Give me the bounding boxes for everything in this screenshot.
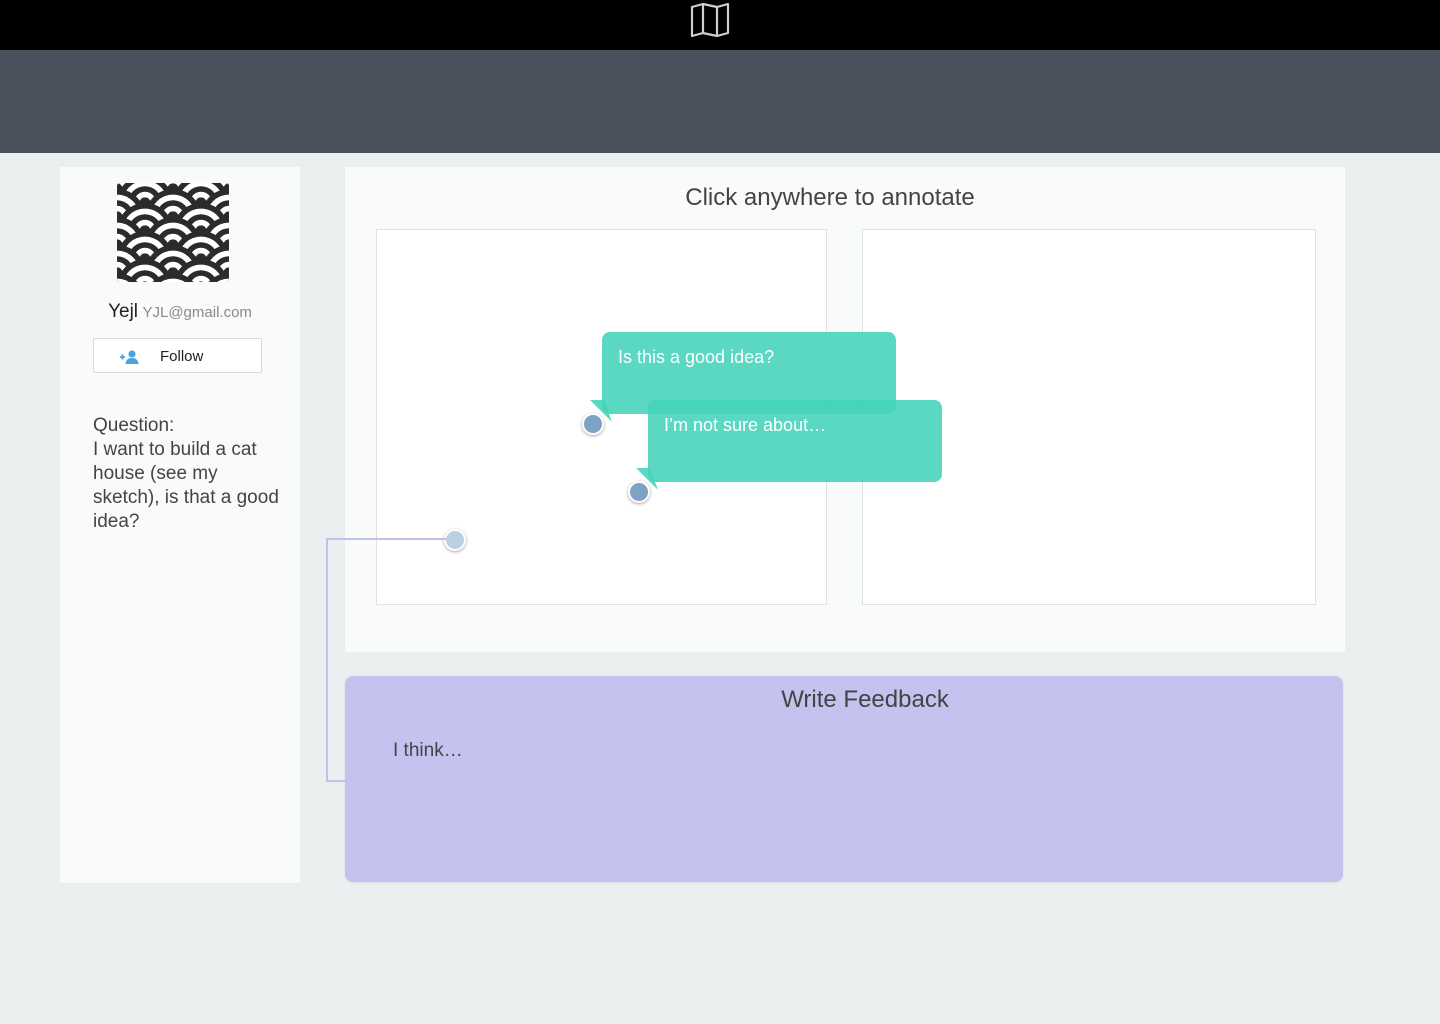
question-text: I want to build a cat house (see my sket… — [93, 439, 279, 532]
new-annotation-pin[interactable] — [444, 529, 466, 551]
feedback-input[interactable] — [381, 736, 1325, 864]
connector-line — [326, 780, 346, 782]
annotation-bubble[interactable]: I’m not sure about… — [635, 400, 942, 490]
user-email: YJL@gmail.com — [142, 304, 252, 321]
annotation-text: Is this a good idea? — [618, 347, 775, 367]
feedback-panel: Write Feedback — [345, 676, 1343, 882]
question-block: Question: I want to build a cat house (s… — [93, 414, 288, 534]
annotation-pin[interactable] — [628, 481, 650, 503]
follow-label: Follow — [160, 348, 204, 365]
avatar[interactable] — [117, 183, 229, 282]
annotation-text: I’m not sure about… — [664, 415, 827, 435]
user-name[interactable]: Yejl — [108, 301, 138, 322]
folded-map-icon[interactable] — [689, 2, 731, 38]
user-sidebar: Yejl YJL@gmail.com Follow Question: I wa… — [60, 167, 300, 883]
user-identity: Yejl YJL@gmail.com — [60, 301, 300, 323]
canvas-title: Click anywhere to annotate — [685, 184, 975, 211]
question-label: Question: — [93, 415, 175, 436]
sub-header — [0, 50, 1440, 153]
connector-line — [326, 538, 328, 782]
feedback-title: Write Feedback — [781, 686, 949, 713]
add-user-icon — [120, 350, 139, 364]
annotation-pin[interactable] — [582, 413, 604, 435]
connector-line — [326, 538, 446, 540]
wave-pattern-image — [117, 183, 229, 282]
follow-button[interactable]: Follow — [93, 338, 262, 373]
top-bar — [0, 0, 1440, 50]
